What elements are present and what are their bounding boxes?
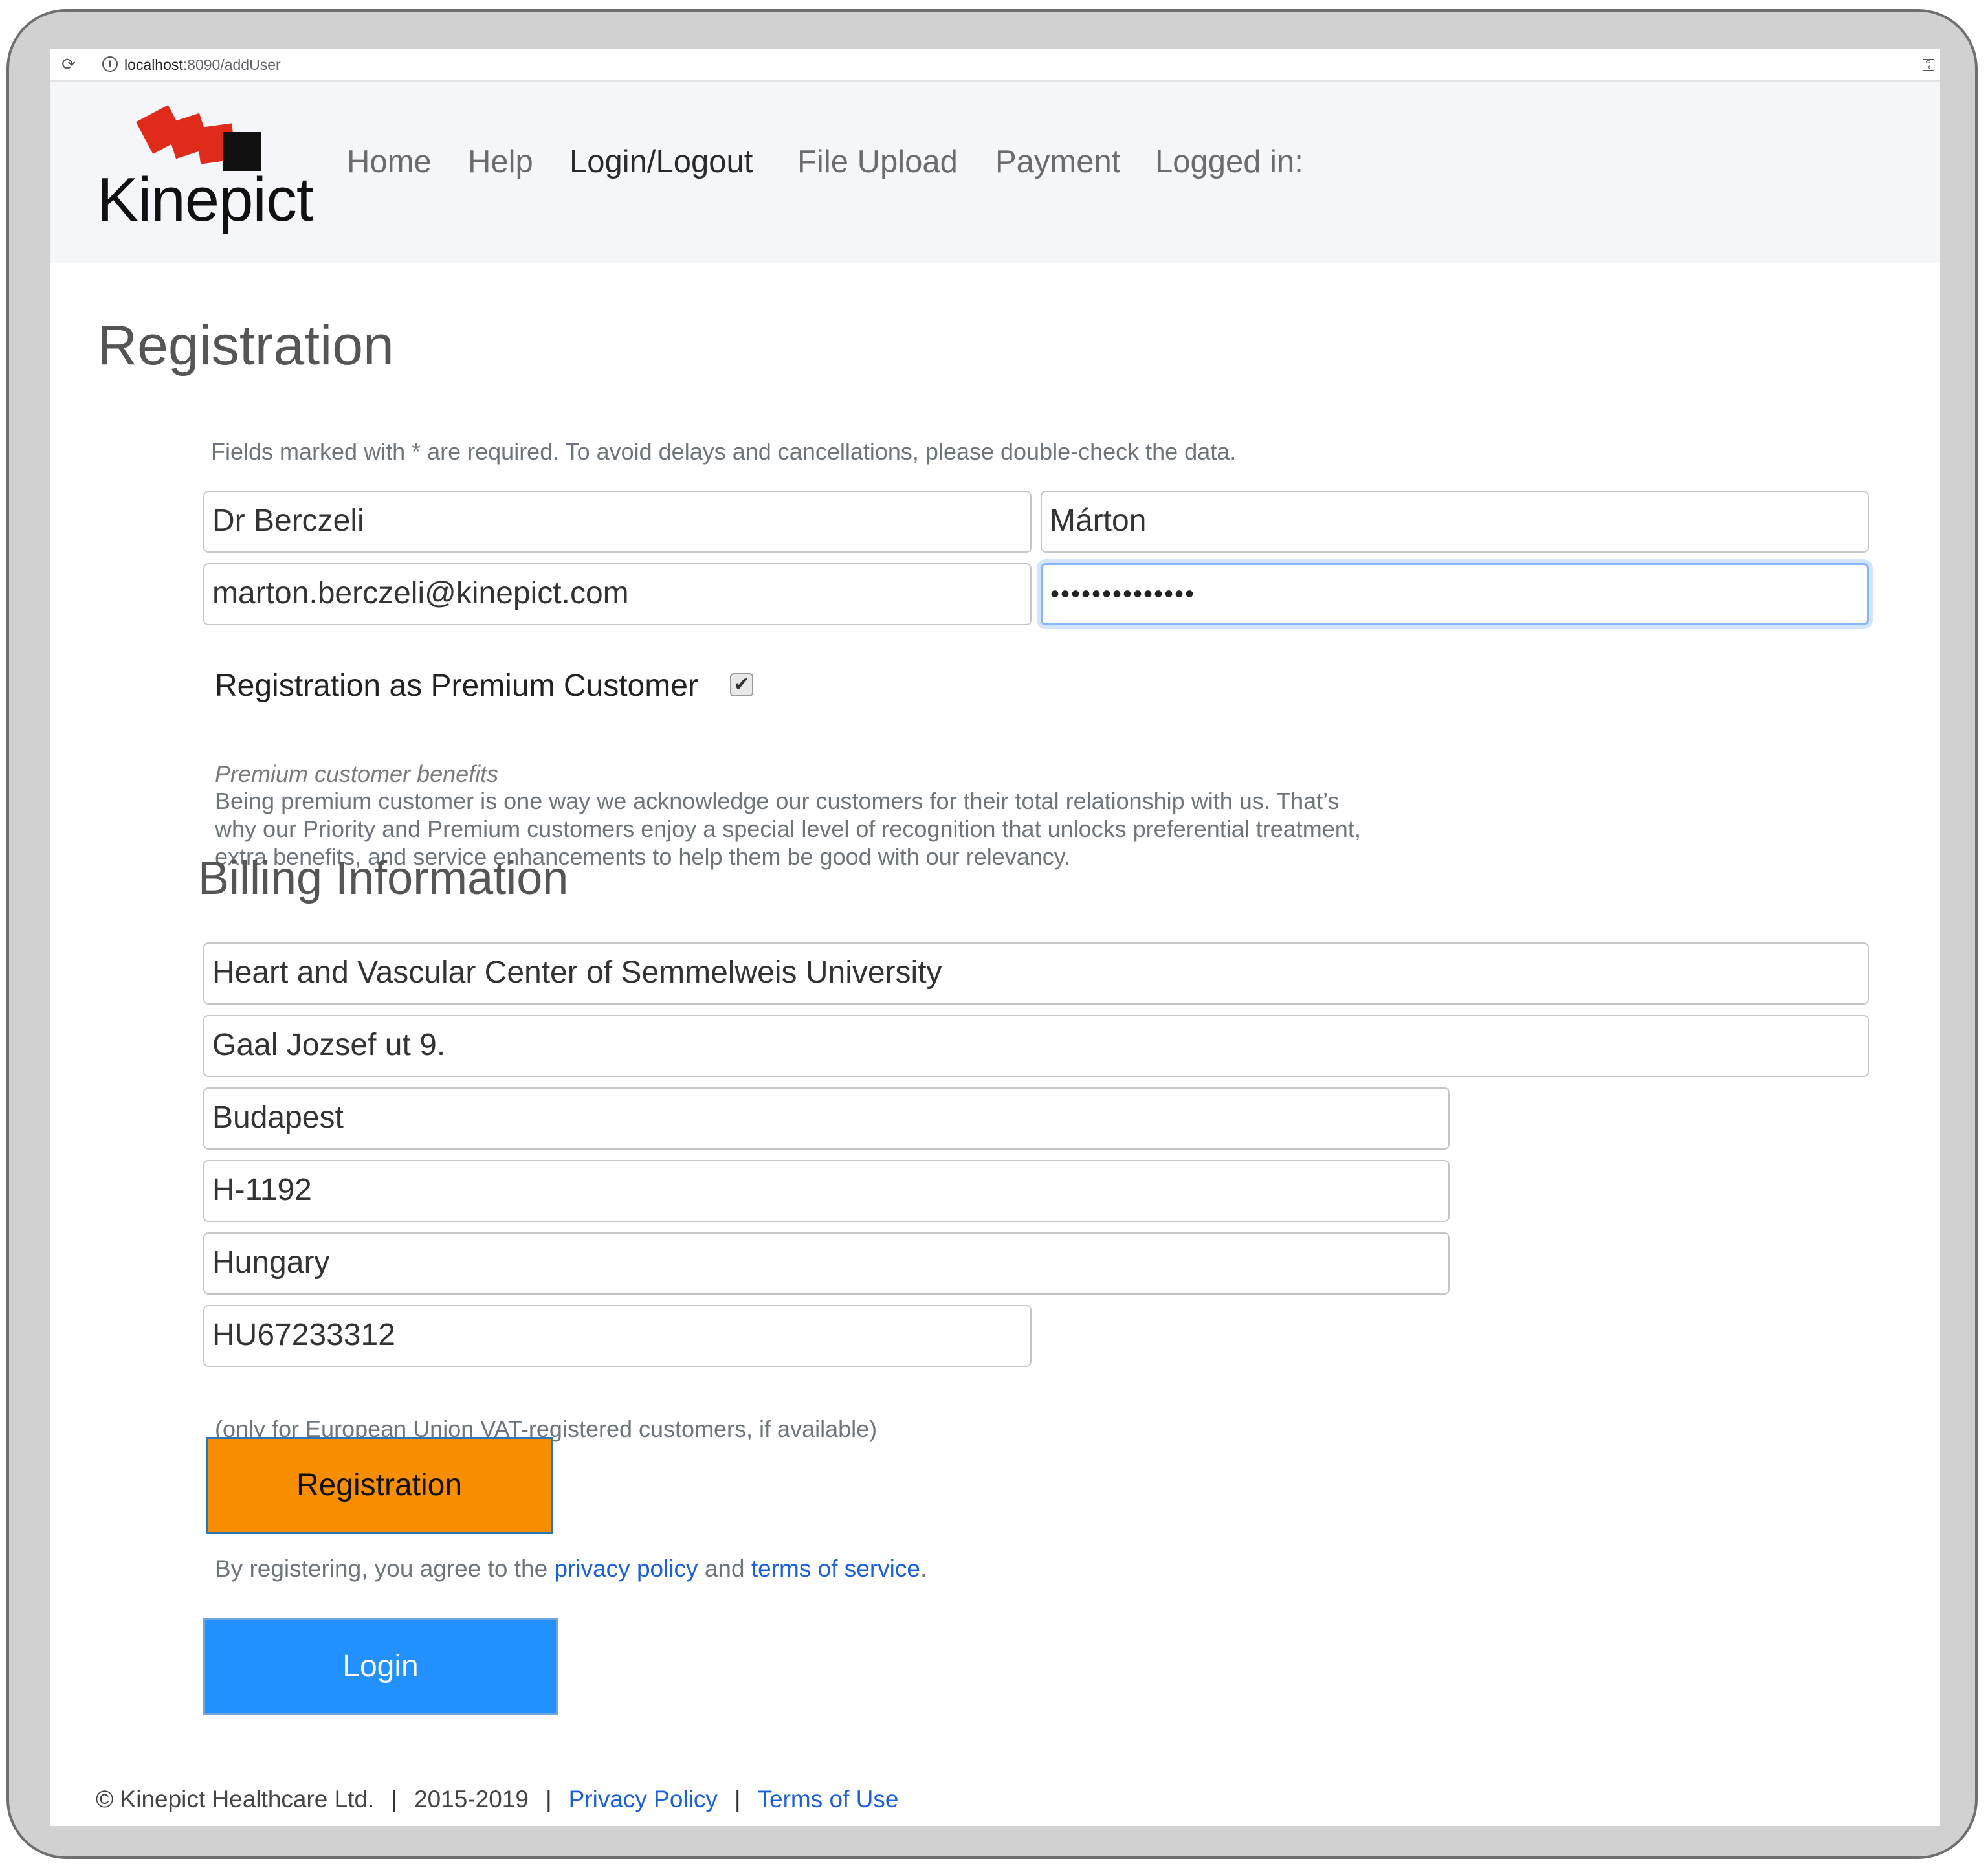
agree-suffix: .	[920, 1555, 927, 1582]
first-name-field[interactable]: Márton	[1041, 491, 1869, 553]
site-header: Kinepict Home Help Login/Logout File Upl…	[50, 82, 1940, 263]
billing-title: Billing Information	[198, 852, 569, 904]
last-name-field[interactable]: Dr Berczeli	[203, 491, 1032, 553]
nav-file-upload[interactable]: File Upload	[797, 142, 958, 181]
login-button[interactable]: Login	[203, 1618, 558, 1715]
benefits-line-1: Being premium customer is one way we ack…	[215, 788, 1340, 814]
browser-window: ⟳ i localhost:8090/addUser ⚿ Kinepict Ho…	[50, 49, 1940, 1826]
email-field[interactable]: marton.berczeli@kinepict.com	[203, 563, 1032, 625]
required-note: Fields marked with * are required. To av…	[211, 438, 1237, 465]
country-field[interactable]: Hungary	[203, 1232, 1450, 1295]
premium-checkbox[interactable]: ✔	[730, 673, 753, 696]
url-host: localhost	[124, 56, 183, 73]
key-icon[interactable]: ⚿	[1922, 56, 1935, 74]
footer-separator: |	[391, 1786, 398, 1812]
password-field[interactable]: ••••••••••••••	[1041, 563, 1869, 625]
footer-terms-link[interactable]: Terms of Use	[758, 1786, 899, 1812]
footer-separator: |	[545, 1786, 552, 1812]
privacy-policy-link[interactable]: privacy policy	[554, 1555, 698, 1582]
company-field[interactable]: Heart and Vascular Center of Semmelweis …	[203, 942, 1869, 1005]
agree-prefix: By registering, you agree to the	[215, 1555, 555, 1582]
url-path: :8090/addUser	[182, 56, 281, 73]
registration-button[interactable]: Registration	[206, 1437, 553, 1534]
agree-and: and	[698, 1555, 751, 1582]
page-title: Registration	[97, 315, 394, 377]
terms-of-service-link[interactable]: terms of service	[751, 1555, 920, 1582]
nav-logged-in: Logged in:	[1155, 144, 1303, 179]
info-icon[interactable]: i	[102, 56, 118, 72]
footer-years: 2015-2019	[414, 1786, 529, 1812]
nav-help[interactable]: Help	[468, 142, 533, 181]
address-field[interactable]: Gaal Jozsef ut 9.	[203, 1015, 1869, 1077]
nav-payment[interactable]: Payment	[995, 142, 1120, 181]
vat-field[interactable]: HU67233312	[203, 1305, 1032, 1367]
zip-field[interactable]: H-1192	[203, 1160, 1450, 1222]
benefits-line-2: why our Priority and Premium customers e…	[215, 816, 1361, 842]
url-field[interactable]: localhost:8090/addUser	[124, 55, 281, 74]
premium-checkbox-label[interactable]: Registration as Premium Customer	[215, 667, 698, 706]
agreement-text: By registering, you agree to the privacy…	[215, 1553, 927, 1584]
kinepict-logo[interactable]: Kinepict	[97, 105, 317, 237]
footer: © Kinepict Healthcare Ltd. | 2015-2019 | Pri…	[96, 1784, 898, 1815]
reload-icon[interactable]: ⟳	[60, 55, 78, 73]
footer-copyright: © Kinepict Healthcare Ltd.	[96, 1786, 375, 1812]
nav-login-logout[interactable]: Login/Logout	[569, 142, 753, 181]
benefits-title: Premium customer benefits	[215, 761, 499, 787]
city-field[interactable]: Budapest	[203, 1087, 1450, 1150]
footer-separator: |	[734, 1786, 741, 1812]
logo-wordmark: Kinepict	[97, 165, 314, 234]
footer-privacy-link[interactable]: Privacy Policy	[569, 1786, 718, 1812]
address-bar: ⟳ i localhost:8090/addUser ⚿	[50, 49, 1940, 82]
nav-home[interactable]: Home	[347, 142, 432, 181]
